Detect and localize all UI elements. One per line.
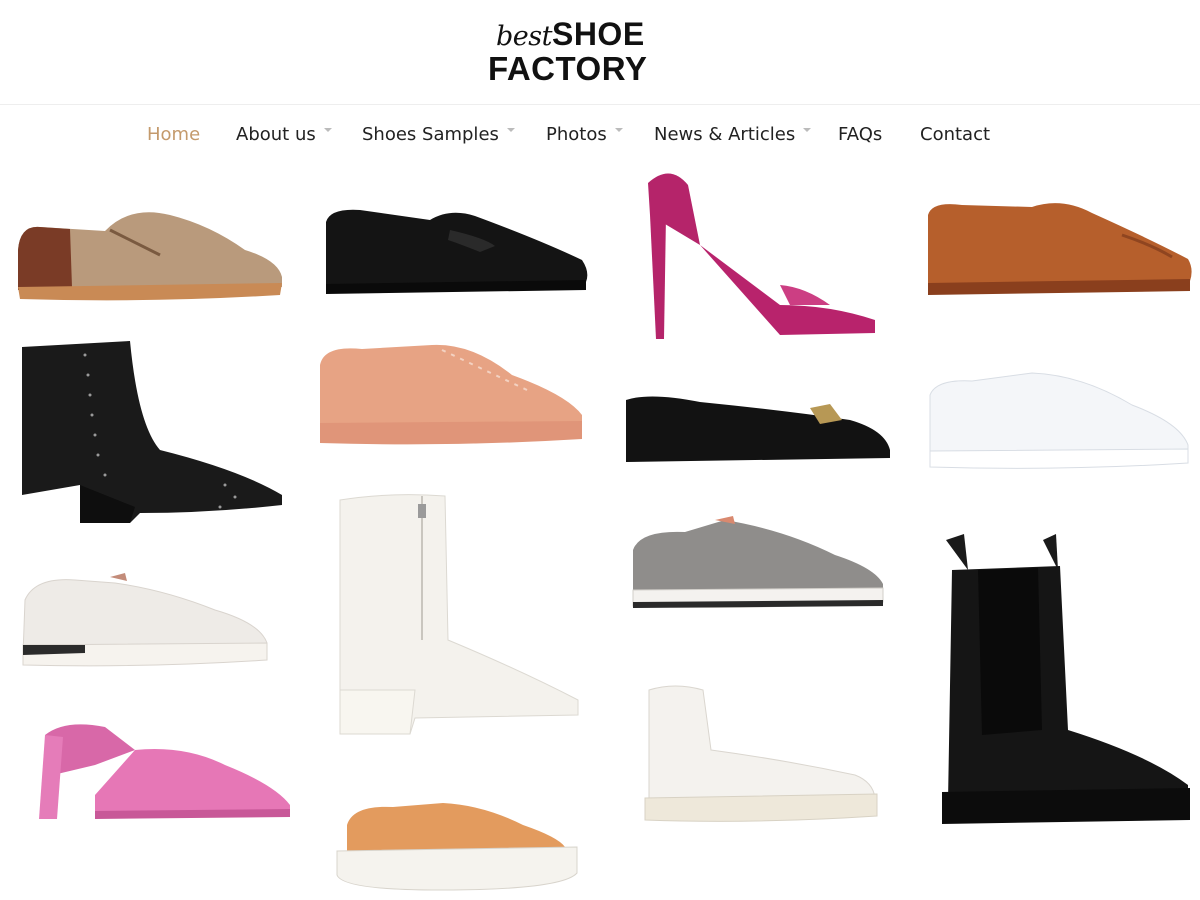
tan-oxford-image: [928, 203, 1192, 295]
site-header: bestSHOE FACTORY: [0, 0, 1200, 105]
product-black-chelsea-boot[interactable]: [938, 530, 1193, 830]
product-brown-suede-derby[interactable]: [10, 195, 290, 310]
logo-factory: FACTORY: [488, 50, 648, 87]
product-magenta-slingback-heel[interactable]: [630, 155, 885, 340]
product-rose-gold-sneaker[interactable]: [312, 335, 592, 455]
nav-news-articles-label: News & Articles: [654, 124, 796, 145]
nav-faqs[interactable]: FAQs: [838, 124, 882, 145]
chevron-down-icon: [323, 128, 332, 132]
pink-patent-mule-image: [39, 724, 290, 819]
product-tan-oxford[interactable]: [922, 195, 1197, 305]
white-canvas-sneaker-image: [929, 372, 1189, 469]
logo-line-1: bestSHOE: [496, 16, 645, 53]
nav-photos-label: Photos: [546, 124, 607, 145]
product-white-leather-zip-boot[interactable]: [330, 490, 585, 740]
nav-shoes-samples-label: Shoes Samples: [362, 124, 499, 145]
chevron-down-icon: [803, 128, 812, 132]
nav-contact[interactable]: Contact: [920, 124, 990, 145]
nav-about-us[interactable]: About us: [236, 124, 332, 145]
product-pink-patent-mule[interactable]: [35, 715, 295, 830]
white-suede-running-sneaker-image: [22, 573, 268, 667]
logo-shoe: SHOE: [551, 16, 645, 52]
logo-best: best: [496, 21, 552, 52]
rose-gold-sneaker-image: [320, 344, 582, 445]
nav-shoes-samples[interactable]: Shoes Samples: [362, 124, 515, 145]
nav-about-us-label: About us: [236, 124, 316, 145]
nav-home-label: Home: [147, 124, 201, 145]
product-white-high-top-sneaker[interactable]: [635, 680, 880, 825]
product-grey-running-sneaker[interactable]: [625, 510, 890, 615]
orange-platform-sneaker-image: [336, 803, 578, 891]
nav-contact-label: Contact: [920, 124, 991, 145]
product-white-canvas-sneaker[interactable]: [922, 365, 1197, 475]
black-ballet-flat-image: [626, 396, 890, 462]
chevron-down-icon: [506, 128, 515, 132]
nav-faqs-label: FAQs: [838, 124, 883, 145]
nav-news-articles[interactable]: News & Articles: [654, 124, 812, 145]
main-navigation: Home About us Shoes Samples Photos News …: [0, 118, 1200, 154]
grey-running-sneaker-image: [632, 516, 884, 608]
black-studded-ankle-boot-image: [22, 341, 282, 523]
white-high-top-sneaker-image: [644, 685, 878, 822]
black-chelsea-boot-image: [942, 534, 1190, 824]
nav-home[interactable]: Home: [147, 124, 200, 145]
black-penny-loafer-image: [326, 209, 588, 294]
product-white-suede-running-sneaker[interactable]: [15, 565, 275, 675]
magenta-slingback-heel-image: [648, 173, 875, 339]
product-orange-platform-sneaker[interactable]: [333, 795, 583, 895]
chevron-down-icon: [614, 128, 623, 132]
product-black-penny-loafer[interactable]: [320, 200, 595, 300]
site-logo[interactable]: bestSHOE FACTORY: [488, 14, 658, 94]
brown-suede-derby-image: [18, 212, 282, 301]
white-leather-zip-boot-image: [339, 494, 579, 735]
nav-photos[interactable]: Photos: [546, 124, 623, 145]
product-black-studded-ankle-boot[interactable]: [10, 335, 290, 530]
product-black-ballet-flat[interactable]: [620, 390, 895, 470]
